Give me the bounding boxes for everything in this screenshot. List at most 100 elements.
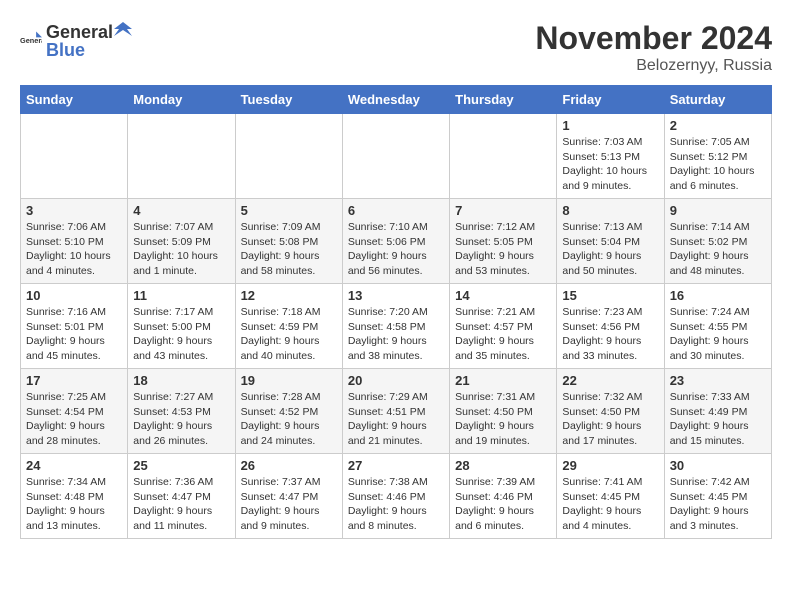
calendar-cell: 12 Sunrise: 7:18 AMSunset: 4:59 PMDayligh… bbox=[235, 284, 342, 369]
day-number: 26 bbox=[241, 458, 337, 473]
calendar-cell: 9 Sunrise: 7:14 AMSunset: 5:02 PMDaylight… bbox=[664, 199, 771, 284]
calendar-cell: 21 Sunrise: 7:31 AMSunset: 4:50 PMDayligh… bbox=[450, 369, 557, 454]
day-number: 2 bbox=[670, 118, 766, 133]
day-info: Sunrise: 7:24 AMSunset: 4:55 PMDaylight:… bbox=[670, 305, 766, 364]
logo: General General Blue bbox=[20, 20, 133, 61]
day-number: 27 bbox=[348, 458, 444, 473]
day-number: 14 bbox=[455, 288, 551, 303]
day-info: Sunrise: 7:33 AMSunset: 4:49 PMDaylight:… bbox=[670, 390, 766, 449]
calendar-cell: 22 Sunrise: 7:32 AMSunset: 4:50 PMDayligh… bbox=[557, 369, 664, 454]
calendar-cell: 23 Sunrise: 7:33 AMSunset: 4:49 PMDayligh… bbox=[664, 369, 771, 454]
day-number: 11 bbox=[133, 288, 229, 303]
day-number: 28 bbox=[455, 458, 551, 473]
calendar-cell: 30 Sunrise: 7:42 AMSunset: 4:45 PMDayligh… bbox=[664, 454, 771, 539]
header: General General Blue November 2024 Beloz… bbox=[20, 20, 772, 75]
day-info: Sunrise: 7:03 AMSunset: 5:13 PMDaylight:… bbox=[562, 135, 658, 194]
calendar-cell: 14 Sunrise: 7:21 AMSunset: 4:57 PMDayligh… bbox=[450, 284, 557, 369]
day-info: Sunrise: 7:13 AMSunset: 5:04 PMDaylight:… bbox=[562, 220, 658, 279]
calendar-cell: 28 Sunrise: 7:39 AMSunset: 4:46 PMDayligh… bbox=[450, 454, 557, 539]
svg-text:General: General bbox=[20, 36, 42, 45]
week-row-4: 17Sunrise: 7:25 AMSunset: 4:54 PMDayligh… bbox=[21, 369, 772, 454]
calendar-cell bbox=[450, 114, 557, 199]
day-info: Sunrise: 7:18 AMSunset: 4:59 PMDaylight:… bbox=[241, 305, 337, 364]
logo-general: General bbox=[46, 23, 113, 41]
day-info: Sunrise: 7:42 AMSunset: 4:45 PMDaylight:… bbox=[670, 475, 766, 534]
calendar-cell: 4Sunrise: 7:07 AMSunset: 5:09 PMDaylight… bbox=[128, 199, 235, 284]
month-title: November 2024 bbox=[535, 20, 772, 57]
week-row-1: 1 Sunrise: 7:03 AMSunset: 5:13 PMDaylight… bbox=[21, 114, 772, 199]
day-number: 7 bbox=[455, 203, 551, 218]
logo-blue: Blue bbox=[46, 40, 85, 60]
day-number: 9 bbox=[670, 203, 766, 218]
location-title: Belozernyy, Russia bbox=[535, 57, 772, 75]
calendar-cell: 19 Sunrise: 7:28 AMSunset: 4:52 PMDayligh… bbox=[235, 369, 342, 454]
day-info: Sunrise: 7:14 AMSunset: 5:02 PMDaylight:… bbox=[670, 220, 766, 279]
day-info: Sunrise: 7:16 AMSunset: 5:01 PMDaylight:… bbox=[26, 305, 122, 364]
weekday-header-row: SundayMondayTuesdayWednesdayThursdayFrid… bbox=[21, 86, 772, 114]
day-number: 21 bbox=[455, 373, 551, 388]
calendar-cell: 15 Sunrise: 7:23 AMSunset: 4:56 PMDayligh… bbox=[557, 284, 664, 369]
weekday-header-thursday: Thursday bbox=[450, 86, 557, 114]
day-number: 23 bbox=[670, 373, 766, 388]
calendar-cell: 7 Sunrise: 7:12 AMSunset: 5:05 PMDaylight… bbox=[450, 199, 557, 284]
calendar-cell: 17Sunrise: 7:25 AMSunset: 4:54 PMDayligh… bbox=[21, 369, 128, 454]
day-number: 22 bbox=[562, 373, 658, 388]
day-info: Sunrise: 7:39 AMSunset: 4:46 PMDaylight:… bbox=[455, 475, 551, 534]
day-info: Sunrise: 7:12 AMSunset: 5:05 PMDaylight:… bbox=[455, 220, 551, 279]
day-info: Sunrise: 7:28 AMSunset: 4:52 PMDaylight:… bbox=[241, 390, 337, 449]
weekday-header-wednesday: Wednesday bbox=[342, 86, 449, 114]
day-number: 18 bbox=[133, 373, 229, 388]
day-number: 24 bbox=[26, 458, 122, 473]
calendar-cell: 3Sunrise: 7:06 AMSunset: 5:10 PMDaylight… bbox=[21, 199, 128, 284]
day-number: 13 bbox=[348, 288, 444, 303]
weekday-header-sunday: Sunday bbox=[21, 86, 128, 114]
calendar-cell: 16 Sunrise: 7:24 AMSunset: 4:55 PMDayligh… bbox=[664, 284, 771, 369]
day-number: 10 bbox=[26, 288, 122, 303]
logo-icon: General bbox=[20, 30, 42, 52]
calendar-cell: 27 Sunrise: 7:38 AMSunset: 4:46 PMDayligh… bbox=[342, 454, 449, 539]
calendar-cell: 2 Sunrise: 7:05 AMSunset: 5:12 PMDaylight… bbox=[664, 114, 771, 199]
day-number: 16 bbox=[670, 288, 766, 303]
day-number: 15 bbox=[562, 288, 658, 303]
day-info: Sunrise: 7:25 AMSunset: 4:54 PMDaylight:… bbox=[26, 390, 122, 449]
day-number: 6 bbox=[348, 203, 444, 218]
day-info: Sunrise: 7:32 AMSunset: 4:50 PMDaylight:… bbox=[562, 390, 658, 449]
calendar-cell: 6 Sunrise: 7:10 AMSunset: 5:06 PMDaylight… bbox=[342, 199, 449, 284]
day-info: Sunrise: 7:34 AMSunset: 4:48 PMDaylight:… bbox=[26, 475, 122, 534]
week-row-5: 24 Sunrise: 7:34 AMSunset: 4:48 PMDayligh… bbox=[21, 454, 772, 539]
day-number: 5 bbox=[241, 203, 337, 218]
day-info: Sunrise: 7:10 AMSunset: 5:06 PMDaylight:… bbox=[348, 220, 444, 279]
day-number: 29 bbox=[562, 458, 658, 473]
day-info: Sunrise: 7:36 AMSunset: 4:47 PMDaylight:… bbox=[133, 475, 229, 534]
weekday-header-saturday: Saturday bbox=[664, 86, 771, 114]
day-info: Sunrise: 7:29 AMSunset: 4:51 PMDaylight:… bbox=[348, 390, 444, 449]
day-number: 30 bbox=[670, 458, 766, 473]
calendar-cell bbox=[235, 114, 342, 199]
week-row-3: 10 Sunrise: 7:16 AMSunset: 5:01 PMDayligh… bbox=[21, 284, 772, 369]
day-number: 12 bbox=[241, 288, 337, 303]
calendar-cell: 18 Sunrise: 7:27 AMSunset: 4:53 PMDayligh… bbox=[128, 369, 235, 454]
calendar-cell: 13Sunrise: 7:20 AMSunset: 4:58 PMDayligh… bbox=[342, 284, 449, 369]
calendar-cell: 24 Sunrise: 7:34 AMSunset: 4:48 PMDayligh… bbox=[21, 454, 128, 539]
calendar-cell: 29 Sunrise: 7:41 AMSunset: 4:45 PMDayligh… bbox=[557, 454, 664, 539]
day-info: Sunrise: 7:37 AMSunset: 4:47 PMDaylight:… bbox=[241, 475, 337, 534]
weekday-header-friday: Friday bbox=[557, 86, 664, 114]
day-number: 19 bbox=[241, 373, 337, 388]
day-info: Sunrise: 7:38 AMSunset: 4:46 PMDaylight:… bbox=[348, 475, 444, 534]
calendar-cell bbox=[128, 114, 235, 199]
day-info: Sunrise: 7:05 AMSunset: 5:12 PMDaylight:… bbox=[670, 135, 766, 194]
calendar-cell: 5Sunrise: 7:09 AMSunset: 5:08 PMDaylight… bbox=[235, 199, 342, 284]
logo-bird-icon bbox=[114, 20, 132, 38]
day-number: 1 bbox=[562, 118, 658, 133]
calendar-cell: 11 Sunrise: 7:17 AMSunset: 5:00 PMDayligh… bbox=[128, 284, 235, 369]
calendar-cell bbox=[21, 114, 128, 199]
day-info: Sunrise: 7:23 AMSunset: 4:56 PMDaylight:… bbox=[562, 305, 658, 364]
day-info: Sunrise: 7:21 AMSunset: 4:57 PMDaylight:… bbox=[455, 305, 551, 364]
day-number: 3 bbox=[26, 203, 122, 218]
weekday-header-tuesday: Tuesday bbox=[235, 86, 342, 114]
day-info: Sunrise: 7:41 AMSunset: 4:45 PMDaylight:… bbox=[562, 475, 658, 534]
day-info: Sunrise: 7:27 AMSunset: 4:53 PMDaylight:… bbox=[133, 390, 229, 449]
day-info: Sunrise: 7:17 AMSunset: 5:00 PMDaylight:… bbox=[133, 305, 229, 364]
day-info: Sunrise: 7:31 AMSunset: 4:50 PMDaylight:… bbox=[455, 390, 551, 449]
calendar-cell: 8Sunrise: 7:13 AMSunset: 5:04 PMDaylight… bbox=[557, 199, 664, 284]
